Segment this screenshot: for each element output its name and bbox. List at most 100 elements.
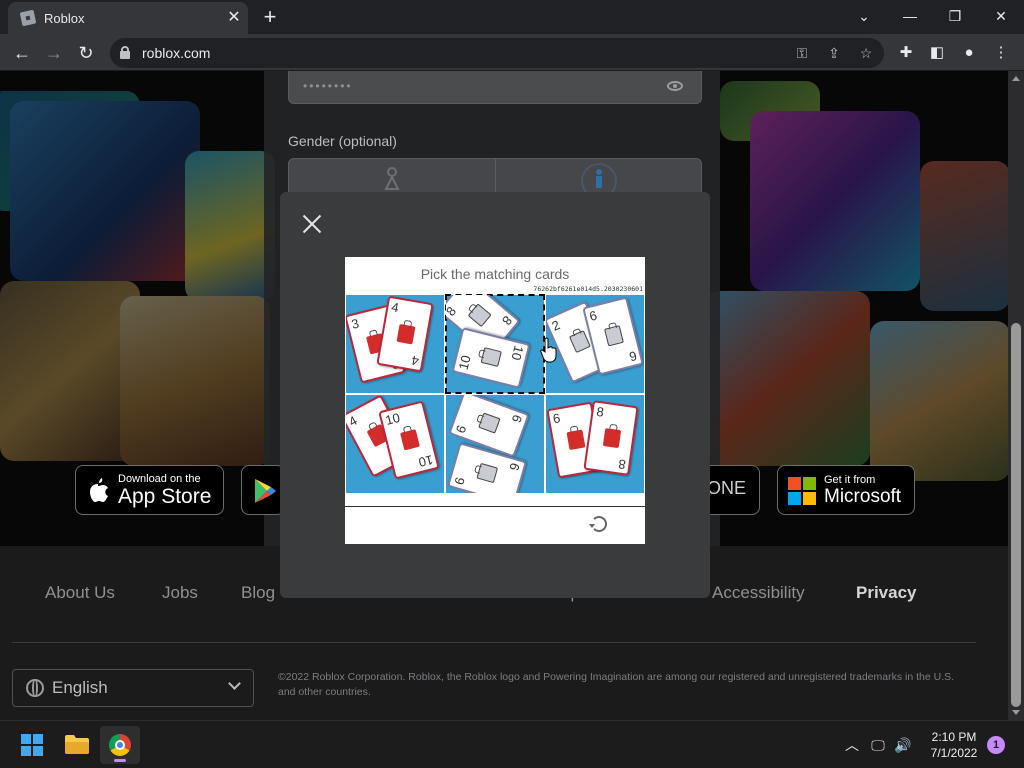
- card-number: 6: [551, 410, 562, 427]
- card-number: 3: [349, 315, 361, 332]
- app-store-small-text: Download on the: [118, 473, 201, 485]
- reload-button[interactable]: ↻: [73, 40, 99, 66]
- taskbar-chrome-button[interactable]: [100, 726, 140, 764]
- extensions-puzzle-icon[interactable]: ✚: [895, 42, 917, 64]
- profile-avatar-icon[interactable]: ●: [958, 42, 980, 64]
- card-number: 6: [587, 307, 599, 324]
- restore-button[interactable]: ❐: [941, 4, 969, 28]
- footer-link-about-us[interactable]: About Us: [45, 583, 115, 603]
- network-icon[interactable]: 🖵: [868, 735, 888, 755]
- back-button[interactable]: ←: [9, 40, 35, 66]
- bag-icon: [478, 412, 501, 434]
- bag-icon: [480, 347, 502, 367]
- card-number: 2: [549, 317, 563, 334]
- captcha-session-code: 76262bf6261e014d5.2030230601: [533, 285, 643, 293]
- tab-title: Roblox: [44, 11, 85, 26]
- card-number: 6: [451, 475, 468, 487]
- bag-icon: [396, 323, 416, 345]
- card-number: 8: [446, 303, 460, 319]
- gender-label: Gender (optional): [288, 133, 397, 149]
- bag-icon: [400, 429, 420, 451]
- captcha-title: Pick the matching cards: [420, 266, 570, 282]
- microsoft-big-text: Microsoft: [824, 486, 902, 507]
- language-selector[interactable]: English: [12, 669, 254, 707]
- footer-link-jobs[interactable]: Jobs: [162, 583, 198, 603]
- app-store-big-text: App Store: [118, 485, 212, 508]
- microsoft-logo-icon: [788, 477, 816, 505]
- side-panel-icon[interactable]: ◧: [926, 42, 948, 64]
- address-bar[interactable]: roblox.com ⚿ ⇪ ☆: [110, 38, 884, 68]
- captcha-divider: [345, 506, 645, 507]
- microsoft-small-text: Get it from: [824, 474, 876, 486]
- lock-icon[interactable]: [120, 46, 130, 59]
- captcha-modal: Pick the matching cards 76262bf6261e014d…: [280, 192, 710, 598]
- bag-icon: [568, 330, 591, 354]
- roblox-favicon-icon: [19, 9, 37, 27]
- tab-search-chevron-icon[interactable]: ⌄: [850, 4, 878, 28]
- google-play-icon: [255, 479, 276, 503]
- close-window-button[interactable]: ✕: [987, 4, 1015, 28]
- card-number: 10: [416, 452, 435, 471]
- google-play-badge[interactable]: [241, 465, 285, 515]
- key-icon[interactable]: ⚿: [792, 43, 812, 63]
- bag-icon: [604, 325, 624, 347]
- captcha-challenge: Pick the matching cards 76262bf6261e014d…: [345, 257, 645, 544]
- tab-roblox[interactable]: Roblox ✕: [8, 2, 248, 34]
- captcha-tile-4[interactable]: 441010: [346, 395, 444, 493]
- url-text[interactable]: roblox.com: [142, 45, 210, 61]
- playing-card: 10 10: [451, 327, 531, 389]
- card-number: 10: [508, 344, 527, 363]
- clock-time: 2:10 PM: [931, 730, 977, 744]
- close-icon[interactable]: [301, 213, 323, 235]
- system-clock[interactable]: 2:10 PM 7/1/2022: [916, 729, 992, 761]
- bag-icon: [602, 428, 622, 449]
- card-number: 8: [595, 403, 605, 420]
- footer-link-accessibility[interactable]: Accessibility: [712, 583, 805, 603]
- new-tab-button[interactable]: +: [258, 5, 282, 29]
- card-number: 6: [506, 461, 523, 473]
- footer-link-privacy[interactable]: Privacy: [856, 583, 917, 603]
- chrome-menu-icon[interactable]: ⋮: [990, 42, 1012, 64]
- password-input[interactable]: ••••••••: [288, 71, 702, 104]
- playing-card: 88: [583, 400, 639, 476]
- hand-pointer-cursor-icon: [540, 337, 557, 363]
- volume-icon[interactable]: 🔊: [893, 735, 913, 755]
- footer-link-blog[interactable]: Blog: [241, 583, 275, 603]
- captcha-tile-3[interactable]: 2266: [546, 295, 644, 393]
- forward-button[interactable]: →: [41, 40, 67, 66]
- language-value: English: [52, 678, 108, 697]
- card-number: 10: [455, 353, 474, 372]
- bag-icon: [467, 303, 492, 328]
- chrome-icon: [109, 734, 131, 756]
- scroll-up-arrow-icon[interactable]: [1012, 76, 1020, 81]
- card-number: 4: [390, 299, 400, 316]
- captcha-tile-5[interactable]: 6 6 6 6: [446, 395, 544, 493]
- globe-icon: [26, 679, 44, 697]
- file-explorer-icon[interactable]: [65, 734, 89, 754]
- show-password-eye-icon[interactable]: [667, 81, 683, 91]
- captcha-tile-6[interactable]: 6688: [546, 395, 644, 493]
- share-icon[interactable]: ⇪: [824, 43, 844, 63]
- captcha-tile-1[interactable]: 3344: [346, 295, 444, 393]
- tray-overflow-chevron-icon[interactable]: ︿: [842, 735, 862, 755]
- notification-badge[interactable]: 1: [987, 736, 1005, 754]
- microsoft-store-badge[interactable]: Get it from Microsoft: [777, 465, 915, 515]
- card-number: 6: [627, 348, 639, 365]
- password-mask: ••••••••: [303, 79, 353, 93]
- page-scrollbar[interactable]: [1008, 71, 1024, 720]
- copyright-text: ©2022 Roblox Corporation. Roblox, the Ro…: [278, 671, 955, 698]
- windows-start-icon[interactable]: [21, 734, 43, 756]
- windows-taskbar: ︿ 🖵 🔊 2:10 PM 7/1/2022 1: [0, 720, 1024, 768]
- bookmark-star-icon[interactable]: ☆: [856, 43, 876, 63]
- scroll-down-arrow-icon[interactable]: [1012, 710, 1020, 715]
- apple-logo-icon: [90, 478, 108, 502]
- card-number: 6: [508, 412, 526, 425]
- minimize-button[interactable]: —: [896, 4, 924, 28]
- captcha-tile-2[interactable]: 8 8 10 10: [445, 294, 545, 394]
- tab-close-button[interactable]: ✕: [224, 8, 244, 28]
- app-store-badge[interactable]: Download on the App Store: [75, 465, 224, 515]
- reload-challenge-icon[interactable]: [589, 516, 607, 532]
- card-number: 4: [410, 352, 420, 369]
- xbox-one-text: ONE: [707, 478, 747, 498]
- scroll-thumb[interactable]: [1011, 323, 1021, 707]
